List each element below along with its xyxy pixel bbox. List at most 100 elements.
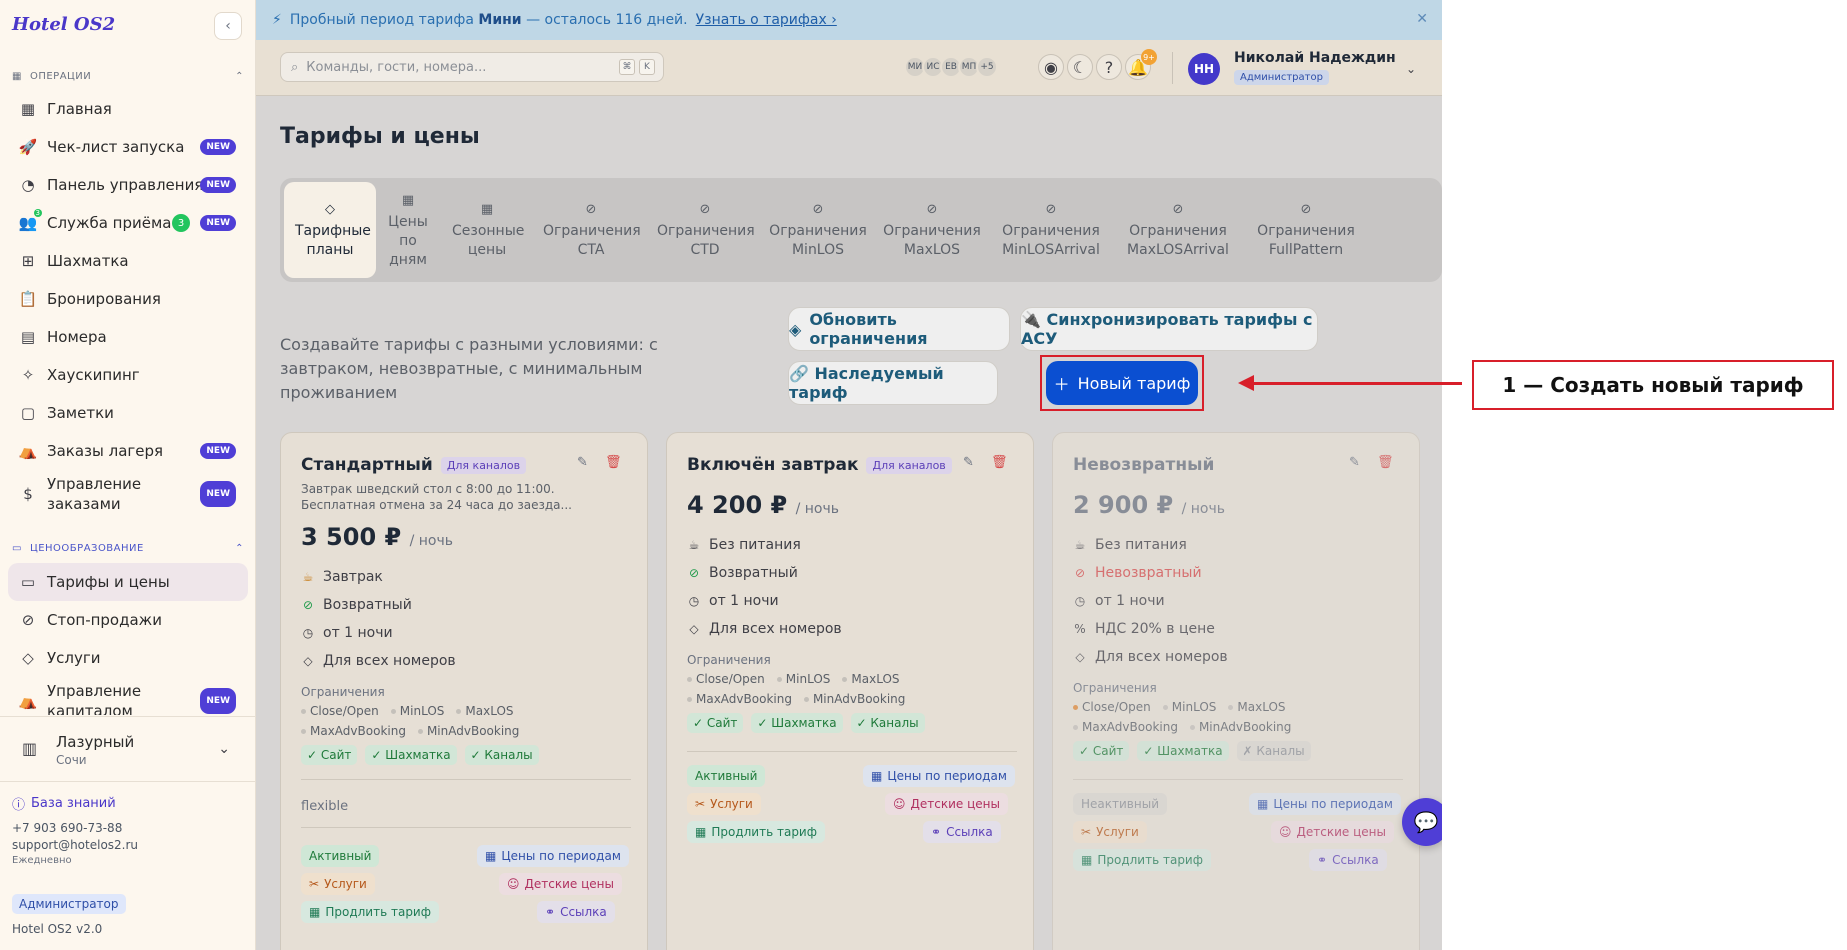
sidebar-item-services[interactable]: ◇ Услуги — [8, 639, 248, 677]
chevron-down-icon[interactable]: ⌄ — [1406, 62, 1416, 76]
child-prices-link[interactable]: ☺ Детские цены — [499, 873, 622, 895]
user-name[interactable]: Николай Надеждин — [1234, 50, 1396, 66]
section-pricing[interactable]: ▭ ЦЕНООБРАЗОВАНИЕ ⌃ — [12, 540, 244, 556]
period-prices-link[interactable]: ▦ Цены по периодам — [1249, 793, 1401, 815]
coffee-icon: ☕ — [688, 538, 700, 552]
help-button[interactable]: ? — [1096, 54, 1122, 80]
rate-price: 4 200 ₽ / ночь — [687, 491, 839, 519]
tab-maxlosarrival[interactable]: ⊘ Ограничения MaxLOSArrival — [1118, 182, 1238, 278]
child-prices-link[interactable]: ☺ Детские цены — [885, 793, 1008, 815]
online-users[interactable]: МИ ИС ЕВ МП +5 — [904, 56, 998, 78]
trial-plans-link[interactable]: Узнать о тарифах › — [696, 12, 837, 28]
sidebar-item-order-management[interactable]: $ Управление заказами NEW — [8, 470, 248, 518]
refresh-restrictions-button[interactable]: ◈ Обновить ограничения — [788, 307, 1010, 351]
tab-maxlos[interactable]: ⊘ Ограничения MaxLOS — [880, 182, 984, 278]
new-badge: NEW — [200, 481, 236, 507]
search-input[interactable]: ⌕ Команды, гости, номера... ⌘ K — [280, 52, 664, 82]
child-prices-link[interactable]: ☺ Детские цены — [1271, 821, 1394, 843]
restrictions-title: Ограничения — [687, 653, 771, 667]
building-icon: ▥ — [22, 739, 38, 758]
extend-rate-link[interactable]: ▦ Продлить тариф — [1073, 849, 1211, 871]
palette-icon: ◉ — [1044, 57, 1058, 77]
collapse-sidebar-button[interactable]: ‹ — [214, 12, 242, 40]
tab-fullpattern[interactable]: ⊘ Ограничения FullPattern — [1246, 182, 1366, 278]
status-badge: Активный — [687, 765, 766, 787]
tent-icon: ⛺ — [18, 692, 38, 710]
rate-card[interactable]: Стандартный Для каналов ✎ 🗑 Завтрак шведс… — [280, 432, 648, 950]
sales-channels: ✓ Сайт ✓ Шахматка ✓ Каналы — [687, 713, 925, 733]
trash-icon[interactable]: 🗑 — [991, 455, 1008, 470]
share-link[interactable]: ⚭ Ссылка — [923, 821, 1001, 843]
grid-icon: ▦ — [12, 70, 22, 82]
section-label: ОПЕРАЦИИ — [29, 70, 92, 82]
sidebar-item-housekeeping[interactable]: ✧ Хаускипинг — [8, 356, 248, 394]
tab-minlos[interactable]: ⊘ Ограничения MinLOS — [766, 182, 870, 278]
rate-description: Завтрак шведский стол с 8:00 до 11:00. Б… — [301, 482, 572, 512]
trash-icon[interactable]: 🗑 — [1377, 455, 1394, 470]
divider — [301, 779, 631, 780]
knowledge-base-link[interactable]: ⓘ База знаний — [12, 794, 138, 813]
calendar-icon: ▦ — [480, 202, 494, 217]
extend-rate-link[interactable]: ▦ Продлить тариф — [301, 901, 439, 923]
theme-button[interactable]: ☾ — [1067, 54, 1093, 80]
hotel-selector[interactable]: ▥ Лазурный Сочи ⌄ — [0, 716, 256, 782]
inherited-rate-button[interactable]: 🔗 Наследуемый тариф — [788, 361, 998, 405]
chat-icon: 💬 — [1413, 810, 1439, 834]
sync-rates-button[interactable]: 🔌 Синхронизировать тарифы с АСУ — [1020, 307, 1318, 351]
user-avatar[interactable]: НН — [1188, 53, 1220, 85]
tab-ctd[interactable]: ⊘ Ограничения CTD — [654, 182, 756, 278]
share-link[interactable]: ⚭ Ссылка — [1309, 849, 1387, 871]
chevron-up-icon: ⌃ — [235, 70, 244, 82]
chat-button[interactable]: 💬 — [1402, 798, 1442, 846]
edit-icon[interactable]: ✎ — [577, 455, 588, 470]
rate-name: Стандартный Для каналов — [301, 455, 527, 475]
home-grid-icon: ▦ — [20, 100, 36, 118]
share-link[interactable]: ⚭ Ссылка — [537, 901, 615, 923]
period-prices-link[interactable]: ▦ Цены по периодам — [477, 845, 629, 867]
status-badge: Неактивный — [1073, 793, 1167, 815]
close-icon[interactable]: ✕ — [1416, 11, 1428, 27]
sidebar-item-chessboard[interactable]: ⊞ Шахматка — [8, 242, 248, 280]
support-email: support@hotelos2.ru — [12, 838, 139, 852]
edit-icon[interactable]: ✎ — [963, 455, 974, 470]
sidebar-item-rates[interactable]: ▭ Тарифы и цены — [8, 563, 248, 601]
sidebar-item-checklist[interactable]: 🚀 Чек-лист запуска NEW — [8, 128, 248, 166]
section-operations[interactable]: ▦ ОПЕРАЦИИ ⌃ — [12, 68, 244, 84]
notifications-button[interactable]: 🔔 9+ — [1125, 49, 1157, 80]
trash-icon[interactable]: 🗑 — [605, 455, 622, 470]
period-prices-link[interactable]: ▦ Цены по периодам — [863, 765, 1015, 787]
tab-rate-plans[interactable]: ◇ Тарифные планы — [284, 182, 376, 278]
percent-icon: % — [1074, 622, 1086, 636]
tab-cta[interactable]: ⊘ Ограничения CTA — [540, 182, 642, 278]
extend-rate-link[interactable]: ▦ Продлить тариф — [687, 821, 825, 843]
services-link[interactable]: ✂ Услуги — [687, 793, 761, 815]
ban-icon: ⊘ — [926, 202, 938, 217]
sidebar-item-notes[interactable]: ▢ Заметки — [8, 394, 248, 432]
sidebar-item-frontdesk[interactable]: 👥 3 Служба приёма 3 NEW — [8, 204, 248, 242]
tab-minlosarrival[interactable]: ⊘ Ограничения MinLOSArrival — [990, 182, 1112, 278]
palette-button[interactable]: ◉ — [1038, 54, 1064, 80]
sidebar-item-capital-management[interactable]: ⛺ Управление капиталом NEW — [8, 677, 248, 715]
rate-card[interactable]: Включён завтрак Для каналов ✎ 🗑 4 200 ₽ /… — [666, 432, 1034, 950]
sidebar-item-rooms[interactable]: ▤ Номера — [8, 318, 248, 356]
link-icon: ⚭ — [1317, 853, 1328, 867]
sidebar-item-bookings[interactable]: 📋 Бронирования — [8, 280, 248, 318]
clipboard-icon: 📋 — [18, 290, 38, 308]
edit-icon[interactable]: ✎ — [1349, 455, 1360, 470]
restrictions-title: Ограничения — [301, 685, 385, 699]
tab-daily-prices[interactable]: ▦ Цены по дням — [380, 182, 436, 278]
sidebar-item-stop-sales[interactable]: ⊘ Стоп-продажи — [8, 601, 248, 639]
ban-icon: ⊘ — [1300, 202, 1312, 217]
clock-icon: ◷ — [302, 626, 314, 640]
sidebar-item-dashboard[interactable]: ◔ Панель управления NEW — [8, 166, 248, 204]
rate-card[interactable]: Невозвратный ✎ 🗑 2 900 ₽ / ночь ☕ Без пит… — [1052, 432, 1420, 950]
annotation-arrowhead — [1238, 375, 1254, 391]
sidebar-item-camp-orders[interactable]: ⛺ Заказы лагеря NEW — [8, 432, 248, 470]
services-link[interactable]: ✂ Услуги — [1073, 821, 1147, 843]
sidebar-item-home[interactable]: ▦ Главная — [8, 90, 248, 128]
ban-icon: ⊘ — [699, 202, 711, 217]
section-label: ЦЕНООБРАЗОВАНИЕ — [29, 542, 144, 554]
services-link[interactable]: ✂ Услуги — [301, 873, 375, 895]
tab-seasonal-prices[interactable]: ▦ Сезонные цены — [444, 182, 530, 278]
card-icon: ▭ — [20, 573, 36, 591]
